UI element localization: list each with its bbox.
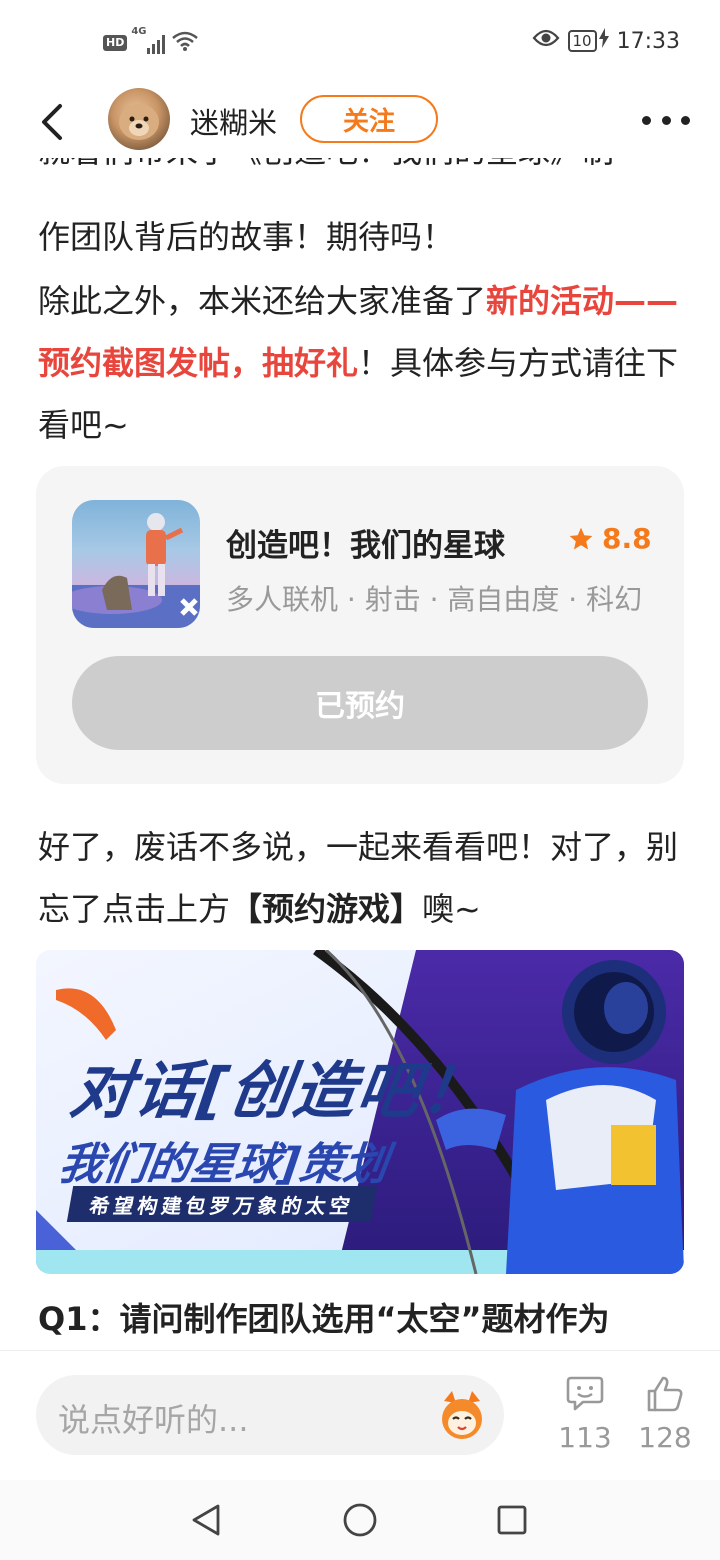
signal-icon: 4G xyxy=(131,26,166,54)
nav-home-icon xyxy=(343,1503,377,1537)
status-bar: HD 4G 10 17:33 xyxy=(0,0,720,84)
reserve-game-link: 【预约游戏】 xyxy=(230,890,423,928)
comment-action[interactable]: 113 xyxy=(545,1375,625,1454)
status-right: 10 17:33 xyxy=(532,28,680,54)
eye-icon xyxy=(532,28,560,54)
nav-back-icon xyxy=(192,1504,220,1536)
comment-count: 113 xyxy=(558,1421,612,1454)
comment-icon xyxy=(566,1376,604,1411)
comment-bar: 说点好听的... 113 128 xyxy=(0,1350,720,1480)
battery-level: 10 xyxy=(572,32,592,50)
paragraph-1: 作团队背后的故事！期待吗！ xyxy=(38,218,455,256)
comment-placeholder: 说点好听的... xyxy=(58,1401,249,1439)
star-icon xyxy=(569,527,593,550)
article-body: 就着们带来了《创造吧！我们的星球》制 作团队背后的故事！期待吗！ 除此之外，本米… xyxy=(0,150,720,1350)
network-type-label: 4G xyxy=(131,26,147,37)
paragraph-3-tail: 噢~ xyxy=(422,890,481,928)
comment-input[interactable]: 说点好听的... xyxy=(36,1375,504,1455)
game-rating: 8.8 xyxy=(568,522,652,555)
article-banner-image[interactable]: 对话[创造吧！ 我们的星球]策划 希望构建包罗万象的太空 xyxy=(36,950,684,1274)
game-name[interactable]: 创造吧！我们的星球 xyxy=(226,520,556,565)
game-card[interactable]: 创造吧！我们的星球 8.8 多人联机 · 射击 · 高自由度 · 科幻 已预约 xyxy=(36,466,684,784)
banner-subtitle: 希望构建包罗万象的太空 xyxy=(66,1186,378,1222)
wifi-icon xyxy=(171,30,199,56)
game-icon[interactable] xyxy=(72,500,200,628)
question-heading: Q1：请问制作团队选用“太空”题材作为 xyxy=(38,1300,610,1338)
hd-badge: HD xyxy=(103,35,128,51)
status-left: HD 4G xyxy=(103,26,199,56)
reserved-button[interactable]: 已预约 xyxy=(72,656,648,750)
nav-home-button[interactable] xyxy=(340,1500,380,1540)
paragraph-2: 除此之外，本米还给大家准备了新的活动——预约截图发帖，抽好礼！具体参与方式请往下… xyxy=(38,270,688,456)
paragraph-3: 好了，废话不多说，一起来看看吧！对了，别忘了点击上方【预约游戏】噢~ xyxy=(38,816,688,940)
charging-icon xyxy=(598,28,609,54)
system-nav-bar xyxy=(0,1480,720,1560)
battery-indicator: 10 xyxy=(567,30,597,52)
more-dots-icon xyxy=(642,115,651,125)
nav-recents-icon xyxy=(497,1505,527,1535)
nav-recents-button[interactable] xyxy=(492,1500,532,1540)
paragraph-2-text: 除此之外，本米还给大家准备了 xyxy=(38,282,487,320)
author-avatar[interactable] xyxy=(108,88,170,150)
thumbs-up-icon xyxy=(647,1376,683,1412)
more-options-button[interactable] xyxy=(642,106,690,134)
banner-title-line1: 对话[创造吧！ xyxy=(66,1054,491,1127)
clock: 17:33 xyxy=(616,28,680,54)
game-tags: 多人联机 · 射击 · 高自由度 · 科幻 xyxy=(226,583,643,616)
like-count: 128 xyxy=(638,1421,692,1454)
follow-button[interactable]: 关注 xyxy=(300,95,438,143)
post-header: 迷糊米 关注 xyxy=(0,84,720,158)
rating-value: 8.8 xyxy=(602,522,652,555)
like-action[interactable]: 128 xyxy=(625,1375,705,1454)
author-name[interactable]: 迷糊米 xyxy=(190,100,277,142)
banner-title-line2: 我们的星球]策划 xyxy=(55,1139,392,1190)
back-arrow-icon xyxy=(42,104,62,140)
mascot-icon[interactable] xyxy=(434,1387,490,1443)
back-button[interactable] xyxy=(32,102,72,142)
nav-back-button[interactable] xyxy=(186,1500,226,1540)
